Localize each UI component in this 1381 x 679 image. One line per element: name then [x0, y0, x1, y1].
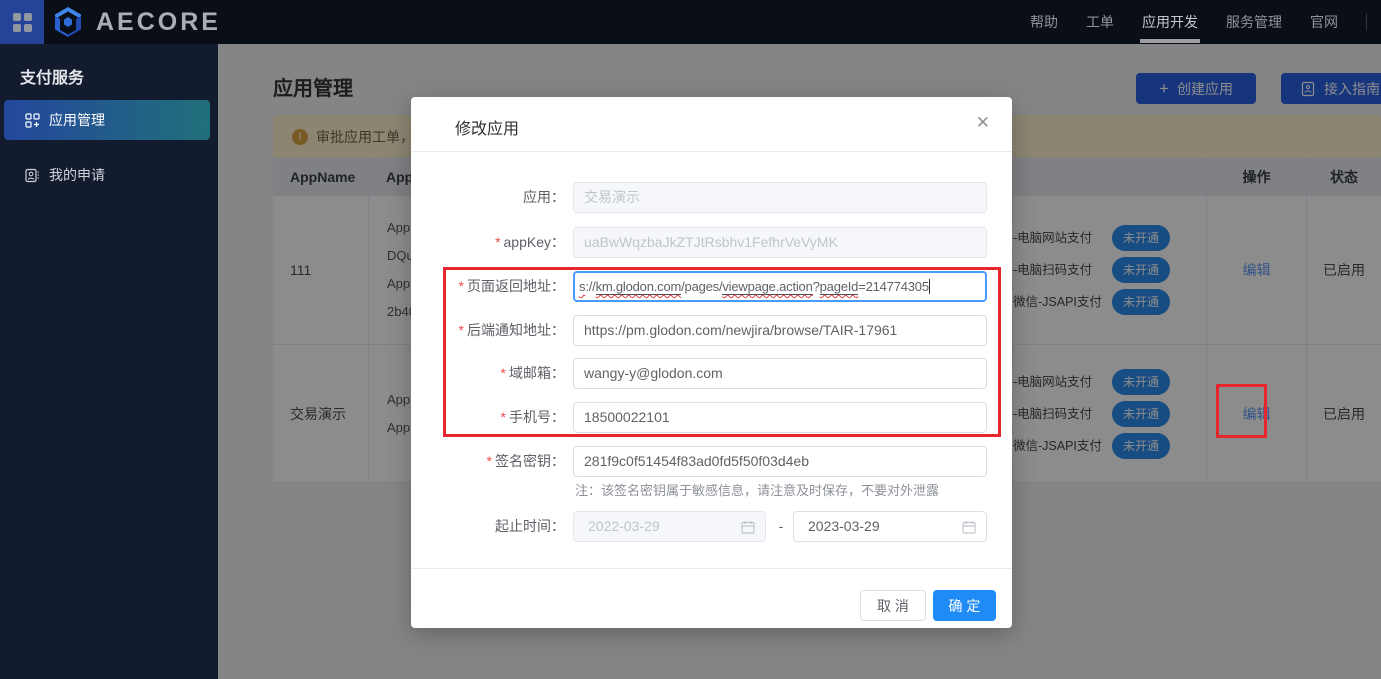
phone-field-label: *手机号：	[411, 402, 565, 433]
nav-item-help[interactable]: 帮助	[1030, 12, 1058, 32]
calendar-icon	[741, 520, 755, 534]
email-field[interactable]: wangy-y@glodon.com	[573, 358, 987, 389]
sidebar-item-label: 我的申请	[49, 165, 105, 185]
nav-divider	[1366, 13, 1367, 31]
sidebar-title: 支付服务	[20, 64, 218, 88]
text-cursor	[929, 279, 930, 294]
brand-logo[interactable]: AECORE	[52, 6, 221, 38]
modal-header: 修改应用 ✕	[411, 97, 1012, 152]
modal-title: 修改应用	[455, 115, 519, 139]
app-grid-plus-icon	[25, 113, 40, 128]
brand-name: AECORE	[96, 8, 221, 37]
top-nav-links: 帮助 工单 应用开发 服务管理 官网	[1030, 0, 1367, 44]
sidebar: 支付服务 应用管理 我的申请	[0, 44, 218, 679]
calendar-icon	[962, 520, 976, 534]
nav-item-service[interactable]: 服务管理	[1226, 12, 1282, 32]
phone-field[interactable]: 18500022101	[573, 402, 987, 433]
top-navbar: AECORE 帮助 工单 应用开发 服务管理 官网	[0, 0, 1381, 44]
modal-footer: 取 消 确 定	[411, 568, 1012, 628]
close-icon[interactable]: ✕	[976, 113, 990, 133]
notify-url-field-label: *后端通知地址：	[411, 315, 565, 346]
apps-grid-icon	[13, 13, 32, 32]
app-field-label: 应用：	[411, 182, 565, 213]
return-url-field-label: *页面返回地址：	[411, 271, 565, 302]
appkey-field-label: *appKey：	[411, 227, 565, 258]
email-field-label: *域邮箱：	[411, 358, 565, 389]
notify-url-field[interactable]: https://pm.glodon.com/newjira/browse/TAI…	[573, 315, 987, 346]
nav-item-workorder[interactable]: 工单	[1086, 12, 1114, 32]
sign-key-field[interactable]: 281f9c0f51454f83ad0fd5f50f03d4eb	[573, 446, 987, 477]
sidebar-item-label: 应用管理	[49, 110, 105, 130]
person-card-icon	[25, 168, 40, 183]
sign-key-note: 注：该签名密钥属于敏感信息，请注意及时保存，不要对外泄露	[575, 480, 939, 499]
end-date-field[interactable]: 2023-03-29	[793, 511, 987, 542]
sign-key-field-label: *签名密钥：	[411, 446, 565, 477]
nav-item-site[interactable]: 官网	[1310, 12, 1338, 32]
appkey-field: uaBwWqzbaJkZTJtRsbhv1FefhrVeVyMK	[573, 227, 987, 258]
cancel-button[interactable]: 取 消	[860, 590, 926, 621]
date-range-separator: -	[774, 511, 788, 542]
app-window: AECORE 帮助 工单 应用开发 服务管理 官网 支付服务 应用管理	[0, 0, 1381, 679]
date-range-label: 起止时间：	[411, 511, 565, 542]
apps-menu-button[interactable]	[0, 0, 44, 44]
edit-app-modal: 修改应用 ✕ 应用： 交易演示 *appKey： uaBwWqzbaJkZTJt…	[411, 97, 1012, 628]
start-date-field: 2022-03-29	[573, 511, 766, 542]
aecore-hexagon-icon	[52, 6, 84, 38]
nav-item-appdev[interactable]: 应用开发	[1142, 12, 1198, 32]
return-url-field[interactable]: s://km.glodon.com/pages/viewpage.action?…	[573, 271, 987, 302]
confirm-button[interactable]: 确 定	[933, 590, 996, 621]
sidebar-item-my-applications[interactable]: 我的申请	[4, 155, 210, 195]
app-field: 交易演示	[573, 182, 987, 213]
sidebar-item-app-management[interactable]: 应用管理	[4, 100, 210, 140]
